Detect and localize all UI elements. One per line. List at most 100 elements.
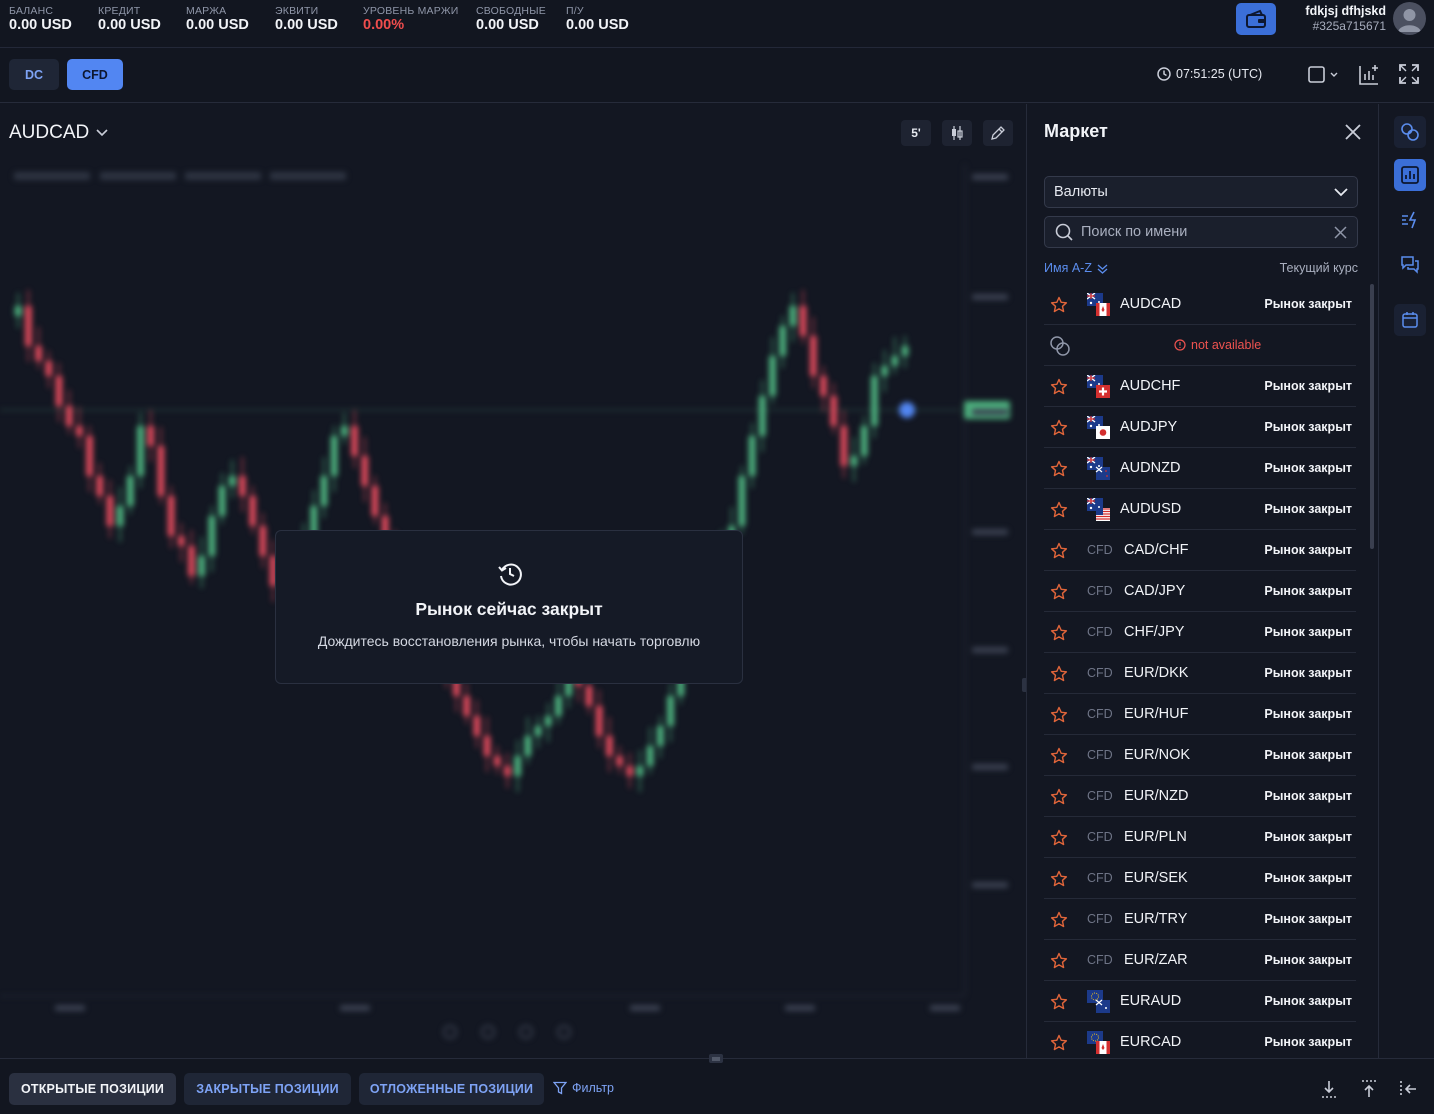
list-item[interactable]: AUDJPY Рынок закрыт [1044, 407, 1356, 448]
time-tick-label [340, 1005, 370, 1011]
candle-body [167, 496, 175, 536]
user-info[interactable]: fdkjsj dfhjskd #325a715671 [1305, 4, 1386, 34]
cfd-button[interactable]: CFD [67, 59, 123, 90]
list-item[interactable]: CFD CHF/JPY Рынок закрыт [1044, 612, 1356, 653]
favorite-star-button[interactable] [1050, 542, 1068, 560]
market-closed-title: Рынок сейчас закрыт [415, 599, 603, 619]
candle-body [901, 346, 909, 356]
list-item[interactable]: CFD EUR/PLN Рынок закрыт [1044, 817, 1356, 858]
category-select[interactable]: Валюты [1044, 176, 1358, 208]
symbol-selector[interactable]: AUDCAD [9, 122, 108, 144]
instrument-symbol: AUDCAD [1120, 296, 1182, 312]
filter-label: Фильтр [572, 1081, 614, 1095]
favorite-star-button[interactable] [1050, 583, 1068, 601]
favorite-star-button[interactable] [1050, 747, 1068, 765]
candle-body [748, 436, 756, 476]
favorite-star-button[interactable] [1050, 460, 1068, 478]
avatar[interactable] [1393, 2, 1426, 35]
fullscreen-button[interactable] [1398, 63, 1420, 85]
candle-body [371, 486, 379, 516]
favorite-star-button[interactable] [1050, 624, 1068, 642]
metric-value: 0.00 USD [476, 17, 539, 33]
list-item[interactable]: CFD CAD/JPY Рынок закрыт [1044, 571, 1356, 612]
download-button[interactable] [1319, 1079, 1339, 1099]
close-market-button[interactable] [1344, 123, 1362, 141]
list-item[interactable]: CFD EUR/SEK Рынок закрыт [1044, 858, 1356, 899]
list-item[interactable]: AUDNZD Рынок закрыт [1044, 448, 1356, 489]
metric-balance: БАЛАНС 0.00 USD [9, 5, 72, 33]
chart-panel[interactable]: AUDCAD 5' Рынок сейчас закрыт Дождитесь … [0, 104, 1026, 1058]
currency-flag-icon [1087, 293, 1110, 316]
favorite-star-button[interactable] [1050, 788, 1068, 806]
favorite-star-button[interactable] [1050, 911, 1068, 929]
list-scrollbar[interactable] [1370, 284, 1374, 549]
favorite-star-button[interactable] [1050, 501, 1068, 519]
list-item[interactable]: CFD EUR/DKK Рынок закрыт [1044, 653, 1356, 694]
collapse-side-button[interactable] [1398, 1079, 1418, 1099]
market-status: Рынок закрыт [1264, 297, 1352, 311]
rail-signals-button[interactable] [1394, 204, 1426, 236]
zoom-control[interactable] [557, 1025, 571, 1039]
expand-up-button[interactable] [1359, 1079, 1379, 1099]
filter-button[interactable]: Фильтр [553, 1081, 614, 1095]
dc-button[interactable]: DC [9, 59, 59, 90]
tab-closed-positions[interactable]: ЗАКРЫТЫЕ ПОЗИЦИИ [184, 1073, 351, 1105]
favorite-star-button[interactable] [1050, 706, 1068, 724]
timeframe-button[interactable]: 5' [901, 120, 931, 146]
candle-body [147, 426, 155, 446]
add-chart-button[interactable] [1357, 63, 1381, 87]
wallet-button[interactable] [1236, 3, 1276, 35]
favorite-star-button[interactable] [1050, 993, 1068, 1011]
favorite-star-button[interactable] [1050, 378, 1068, 396]
exchange-icon[interactable] [1048, 334, 1072, 358]
tab-open-positions[interactable]: ОТКРЫТЫЕ ПОЗИЦИИ [9, 1073, 176, 1105]
list-item[interactable]: CFD EUR/HUF Рынок закрыт [1044, 694, 1356, 735]
list-item[interactable]: CFD EUR/ZAR Рынок закрыт [1044, 940, 1356, 981]
rail-market-button[interactable] [1394, 159, 1426, 191]
flag-pair [1087, 293, 1111, 317]
list-item[interactable]: AUDCAD Рынок закрыт [1044, 284, 1356, 325]
clear-icon[interactable] [1334, 225, 1347, 239]
rail-chat-button[interactable] [1394, 248, 1426, 280]
favorite-star-button[interactable] [1050, 665, 1068, 683]
favorite-star-button[interactable] [1050, 870, 1068, 888]
favorite-star-button[interactable] [1050, 419, 1068, 437]
layout-select[interactable] [1307, 66, 1339, 84]
candle-body [177, 536, 185, 546]
tab-pending-positions[interactable]: ОТЛОЖЕННЫЕ ПОЗИЦИИ [359, 1073, 544, 1105]
candle-body [830, 396, 838, 426]
instrument-symbol: EUR/TRY [1124, 911, 1188, 927]
arrow-left-icon [1400, 1081, 1416, 1097]
list-item[interactable]: EURAUD Рынок закрыт [1044, 981, 1356, 1022]
candle-body [126, 476, 134, 506]
list-item[interactable]: CFD EUR/TRY Рынок закрыт [1044, 899, 1356, 940]
list-item[interactable]: CFD CAD/CHF Рынок закрыт [1044, 530, 1356, 571]
favorite-star-button[interactable] [1050, 829, 1068, 847]
list-item[interactable]: AUDUSD Рынок закрыт [1044, 489, 1356, 530]
list-item[interactable]: EURCAD Рынок закрыт [1044, 1022, 1356, 1058]
favorite-star-button[interactable] [1050, 1034, 1068, 1052]
favorite-star-button[interactable] [1050, 952, 1068, 970]
zoom-control[interactable] [519, 1025, 533, 1039]
zoom-control[interactable] [443, 1025, 457, 1039]
star-icon [1050, 788, 1068, 805]
list-item[interactable]: AUDCHF Рынок закрыт [1044, 366, 1356, 407]
candle-body [259, 526, 267, 556]
sort-button[interactable]: Имя A-Z [1044, 261, 1108, 275]
candle-body [667, 696, 675, 726]
chart-type-button[interactable] [942, 120, 972, 146]
favorite-star-button[interactable] [1050, 296, 1068, 314]
candle-body [24, 306, 32, 346]
bottom-resize-handle[interactable] [709, 1054, 723, 1063]
rail-calendar-button[interactable] [1394, 304, 1426, 336]
price-tick-label [972, 409, 1008, 415]
list-item[interactable]: CFD EUR/NZD Рынок закрыт [1044, 776, 1356, 817]
list-item[interactable]: CFD EUR/NOK Рынок закрыт [1044, 735, 1356, 776]
drawing-tools-button[interactable] [983, 120, 1013, 146]
search-input[interactable]: Поиск по имени [1044, 216, 1358, 248]
candle-body [789, 306, 797, 326]
rail-exchange-button[interactable] [1394, 116, 1426, 148]
instrument-symbol: EURAUD [1120, 993, 1182, 1009]
zoom-control[interactable] [481, 1025, 495, 1039]
price-tick-label [972, 174, 1008, 180]
